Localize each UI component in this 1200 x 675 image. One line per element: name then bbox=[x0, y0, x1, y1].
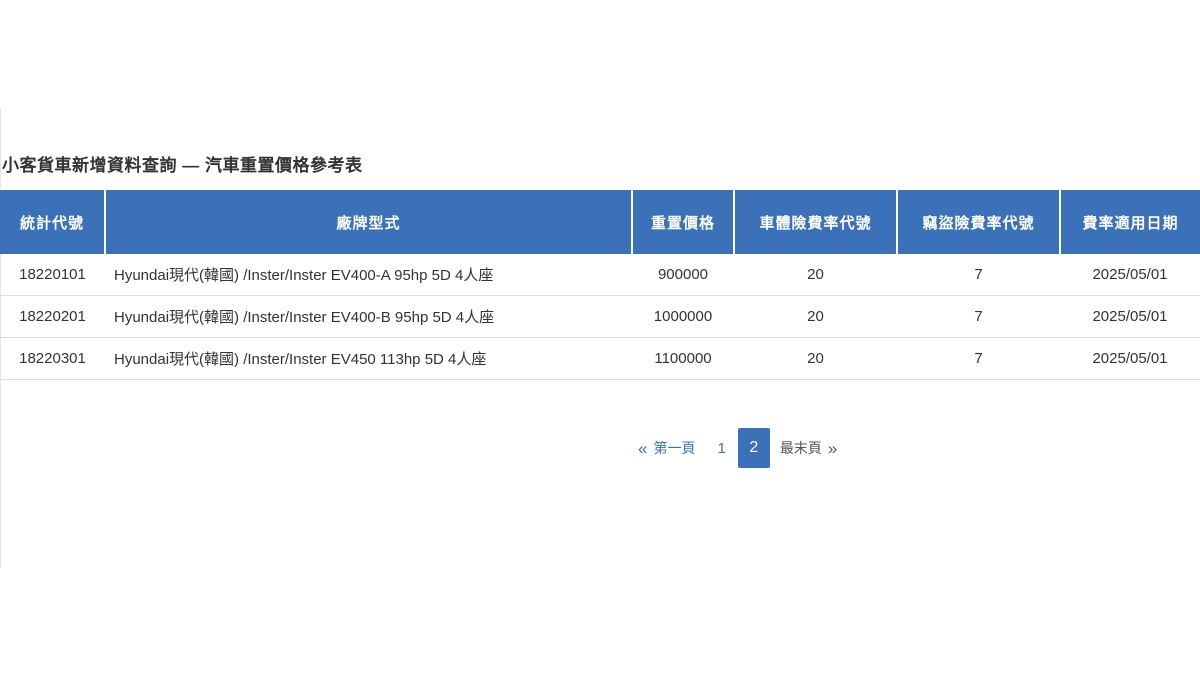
cell-replacement-price: 1000000 bbox=[632, 295, 734, 338]
cell-stat-code: 18220101 bbox=[0, 254, 105, 296]
page-link-1[interactable]: 1 bbox=[717, 440, 725, 457]
cell-body-rate-code: 20 bbox=[734, 337, 897, 380]
cell-brand-model: Hyundai現代(韓國) /Inster/Inster EV400-B 95h… bbox=[105, 295, 632, 338]
cell-theft-rate-code: 7 bbox=[897, 295, 1060, 338]
last-page-label: 最末頁 bbox=[779, 440, 822, 456]
first-page-label: 第一頁 bbox=[653, 440, 696, 456]
cell-theft-rate-code: 7 bbox=[897, 337, 1060, 380]
table-row: 18220101 Hyundai現代(韓國) /Inster/Inster EV… bbox=[0, 254, 1200, 296]
last-page-link[interactable]: 最末頁 » bbox=[780, 438, 837, 458]
page-title: 小客貨車新增資料查詢 — 汽車重置價格參考表 bbox=[2, 156, 363, 175]
column-header-effective-date: 費率適用日期 bbox=[1059, 190, 1200, 254]
cell-body-rate-code: 20 bbox=[734, 295, 897, 338]
cell-replacement-price: 900000 bbox=[632, 254, 734, 296]
column-header-theft-rate-code: 竊盜險費率代號 bbox=[896, 190, 1060, 254]
cell-stat-code: 18220301 bbox=[0, 337, 105, 380]
pagination: « 第一頁 1 2 最末頁 » bbox=[638, 428, 837, 468]
price-reference-table: 統計代號 廠牌型式 重置價格 車體險費率代號 竊盜險費率代號 費率適用日期 18… bbox=[0, 190, 1200, 380]
cell-replacement-price: 1100000 bbox=[632, 337, 734, 380]
cell-brand-model: Hyundai現代(韓國) /Inster/Inster EV450 113hp… bbox=[105, 337, 632, 380]
cell-body-rate-code: 20 bbox=[734, 254, 897, 296]
cell-effective-date: 2025/05/01 bbox=[1060, 337, 1200, 380]
cell-effective-date: 2025/05/01 bbox=[1060, 254, 1200, 296]
table-header-row: 統計代號 廠牌型式 重置價格 車體險費率代號 竊盜險費率代號 費率適用日期 bbox=[0, 190, 1200, 254]
cell-stat-code: 18220201 bbox=[0, 295, 105, 338]
current-page-indicator[interactable]: 2 bbox=[737, 428, 770, 468]
column-header-brand-model: 廠牌型式 bbox=[104, 190, 632, 254]
column-header-body-rate-code: 車體險費率代號 bbox=[733, 190, 897, 254]
cell-effective-date: 2025/05/01 bbox=[1060, 295, 1200, 338]
column-header-stat-code: 統計代號 bbox=[0, 190, 105, 254]
table-row: 18220301 Hyundai現代(韓國) /Inster/Inster EV… bbox=[0, 337, 1200, 380]
column-header-replacement-price: 重置價格 bbox=[631, 190, 734, 254]
double-chevron-right-icon: » bbox=[827, 438, 838, 458]
double-chevron-left-icon: « bbox=[638, 438, 648, 458]
table-row: 18220201 Hyundai現代(韓國) /Inster/Inster EV… bbox=[0, 295, 1200, 338]
cell-theft-rate-code: 7 bbox=[897, 254, 1060, 296]
first-page-link[interactable]: « 第一頁 bbox=[638, 438, 695, 458]
page: 小客貨車新增資料查詢 — 汽車重置價格參考表 統計代號 廠牌型式 重置價格 車體… bbox=[0, 0, 1200, 675]
cell-brand-model: Hyundai現代(韓國) /Inster/Inster EV400-A 95h… bbox=[105, 254, 632, 296]
